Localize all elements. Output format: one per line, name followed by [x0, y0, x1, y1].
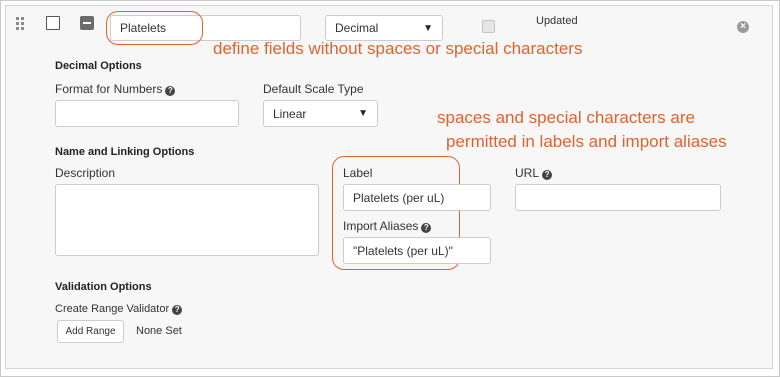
- data-type-select[interactable]: Decimal ▼: [325, 15, 443, 41]
- label-input[interactable]: Platelets (per uL): [343, 184, 491, 211]
- label-annotation-line1: spaces and special characters are: [437, 108, 695, 127]
- import-aliases-value: "Platelets (per uL)": [353, 243, 453, 258]
- range-status-text: None Set: [136, 325, 182, 337]
- collapse-icon[interactable]: [80, 16, 94, 30]
- name-callout-outline: [106, 11, 203, 45]
- format-numbers-label: Format for Numbers?: [55, 82, 176, 96]
- default-scale-value: Linear: [273, 106, 307, 121]
- range-validator-label: Create Range Validator?: [55, 303, 183, 315]
- import-aliases-input[interactable]: "Platelets (per uL)": [343, 237, 491, 264]
- chevron-down-icon: ▼: [423, 22, 433, 34]
- decimal-options-heading: Decimal Options: [55, 60, 142, 72]
- label-field-label: Label: [343, 166, 373, 180]
- format-numbers-input[interactable]: [55, 100, 239, 127]
- name-linking-heading: Name and Linking Options: [55, 146, 195, 158]
- url-input[interactable]: [515, 184, 721, 211]
- label-value: Platelets (per uL): [353, 190, 445, 205]
- drag-handle-icon[interactable]: [16, 17, 26, 31]
- add-range-button[interactable]: Add Range: [57, 320, 124, 343]
- import-aliases-label: Import Aliases?: [343, 219, 432, 233]
- validation-options-heading: Validation Options: [55, 281, 152, 293]
- help-icon[interactable]: ?: [421, 223, 432, 233]
- field-select-checkbox[interactable]: [46, 16, 60, 30]
- format-numbers-text: Format for Numbers: [55, 82, 163, 96]
- help-icon[interactable]: ?: [172, 305, 183, 315]
- default-scale-select[interactable]: Linear ▼: [263, 100, 378, 127]
- label-annotation-line2: permitted in labels and import aliases: [446, 132, 727, 151]
- default-scale-label: Default Scale Type: [263, 82, 364, 96]
- data-type-value: Decimal: [335, 21, 379, 35]
- name-annotation: define fields without spaces or special …: [213, 39, 583, 58]
- url-text: URL: [515, 166, 540, 180]
- description-textarea[interactable]: [55, 184, 319, 256]
- url-label: URL?: [515, 166, 553, 180]
- description-label: Description: [55, 166, 116, 180]
- help-icon[interactable]: ?: [542, 170, 553, 180]
- range-validator-text: Create Range Validator: [55, 303, 170, 315]
- updated-label: Updated: [536, 15, 578, 27]
- chevron-down-icon: ▼: [358, 108, 368, 119]
- import-aliases-text: Import Aliases: [343, 219, 419, 233]
- updated-checkbox: [482, 20, 495, 33]
- help-icon[interactable]: ?: [165, 86, 176, 96]
- close-icon[interactable]: ×: [737, 21, 749, 33]
